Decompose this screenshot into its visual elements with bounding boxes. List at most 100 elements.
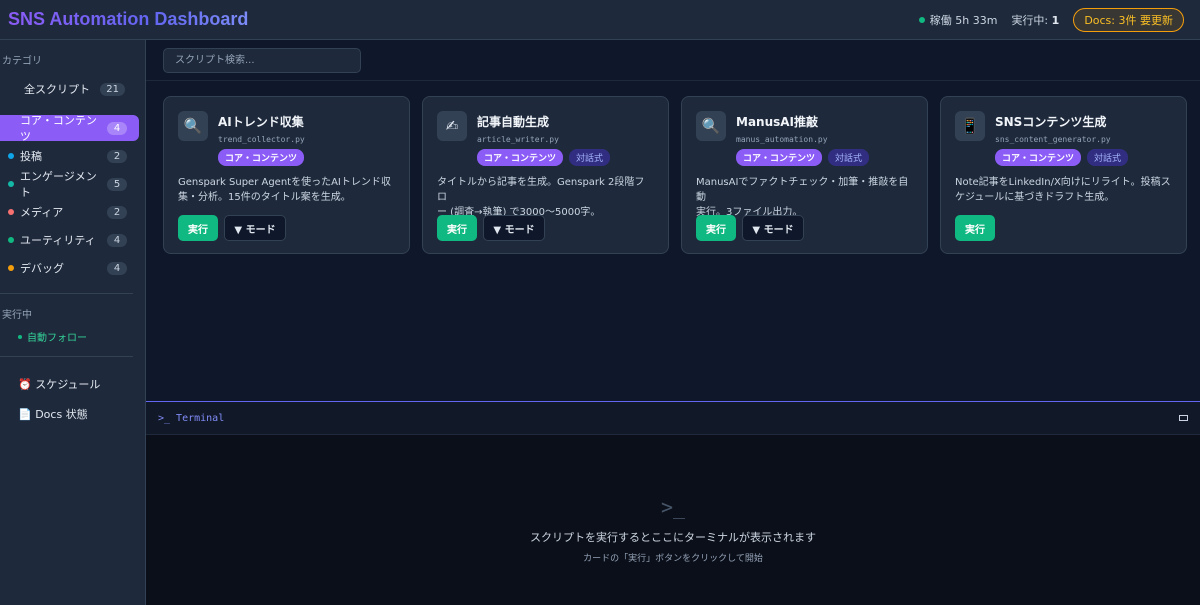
app-header: SNS Automation Dashboard 稼働 5h 33m 実行中: …: [0, 0, 1200, 40]
magnifier-icon: 🔍: [696, 111, 726, 141]
card-actions: 実行: [955, 215, 1172, 241]
card-header: 📱 SNSコンテンツ生成 sns_content_generator.py コア・コン…: [955, 111, 1172, 166]
writing-hand-icon: ✍: [437, 111, 467, 141]
running-count-value: 1: [1051, 13, 1060, 27]
mode-dropdown-button[interactable]: ▼ モード: [742, 215, 804, 241]
card-title: AIトレンド収集: [218, 115, 304, 129]
count-badge: 4: [107, 233, 127, 247]
category-label: エンゲージメント: [19, 170, 97, 199]
category-label: ユーティリティ: [20, 234, 96, 247]
card-description-line: ケジュールに基づきドラフト生成。: [955, 192, 1115, 203]
script-card: ✍ 記事自動生成 article_writer.py コア・コンテンツ 対話式タイトルか…: [422, 96, 669, 254]
divider: [0, 356, 133, 357]
run-button[interactable]: 実行: [178, 215, 218, 241]
count-badge: 5: [107, 177, 127, 191]
card-header: ✍ 記事自動生成 article_writer.py コア・コンテンツ 対話式: [437, 111, 654, 166]
category-dot-icon: [8, 125, 14, 131]
card-actions: 実行 ▼ モード: [178, 215, 395, 241]
running-list: 自動フォロー: [0, 329, 145, 344]
uptime-text: 稼働 5h 33m: [929, 13, 998, 27]
sidebar: カテゴリ 全スクリプト 21 コア・コンテンツ 4 投稿 2 エンゲージメント 5 メディア…: [0, 40, 146, 605]
uptime-status: 稼働 5h 33m: [918, 12, 998, 28]
running-label: 実行中:: [1011, 13, 1049, 27]
mode-dropdown-button[interactable]: ▼ モード: [224, 215, 286, 241]
sidebar-item-schedule[interactable]: ⏰ スケジュール: [0, 369, 145, 399]
mobile-phone-icon: 📱: [955, 111, 985, 141]
run-button[interactable]: 実行: [696, 215, 736, 241]
card-meta: ManusAI推敲 manus_automation.py コア・コンテンツ 対話式: [736, 111, 870, 166]
magnifier-icon: 🔍: [178, 111, 208, 141]
running-heading: 実行中: [2, 310, 32, 321]
card-description-line: Note記事をLinkedIn/X向けにリライト。投稿ス: [955, 177, 1171, 188]
sidebar-category-item[interactable]: メディア 2: [0, 199, 139, 225]
sidebar-item-docs-status[interactable]: 📄 Docs 状態: [0, 399, 145, 429]
run-button[interactable]: 実行: [437, 215, 477, 241]
category-dot-icon: [8, 265, 14, 271]
count-badge: 4: [107, 261, 127, 275]
card-tags: コア・コンテンツ 対話式: [736, 149, 870, 166]
terminal-prompt-icon: >_: [660, 495, 686, 519]
category-label-group: ユーティリティ: [8, 232, 96, 248]
running-count: 実行中: 1: [1011, 12, 1059, 28]
card-filename: trend_collector.py: [218, 135, 305, 144]
category-label-group: コア・コンテンツ: [8, 112, 107, 144]
category-label: メディア: [20, 206, 64, 219]
terminal-empty-message: スクリプトを実行するとここにターミナルが表示されます: [530, 531, 816, 544]
search-input[interactable]: [163, 47, 361, 73]
interactive-tag: 対話式: [828, 149, 870, 166]
interactive-tag: 対話式: [1087, 149, 1129, 166]
sidebar-category-item[interactable]: ユーティリティ 4: [0, 227, 139, 253]
category-dot-icon: [8, 153, 14, 159]
card-tags: コア・コンテンツ: [218, 149, 305, 166]
card-filename: sns_content_generator.py: [995, 135, 1111, 144]
card-header: 🔍 AIトレンド収集 trend_collector.py コア・コンテンツ: [178, 111, 395, 166]
card-title: SNSコンテンツ生成: [995, 115, 1107, 129]
card-description-line: ManusAIでファクトチェック・加筆・推敲を自動: [696, 177, 909, 203]
running-dot-icon: [18, 334, 22, 339]
card-meta: AIトレンド収集 trend_collector.py コア・コンテンツ: [218, 111, 305, 166]
run-button[interactable]: 実行: [955, 215, 995, 241]
header-status: 稼働 5h 33m 実行中: 1 Docs: 3件 要更新: [918, 7, 1184, 32]
category-tag: コア・コンテンツ: [477, 149, 564, 166]
maximize-icon[interactable]: [1179, 415, 1188, 421]
category-tag: コア・コンテンツ: [995, 149, 1082, 166]
script-card: 🔍 AIトレンド収集 trend_collector.py コア・コンテンツ Gensp…: [163, 96, 410, 254]
category-label-group: エンゲージメント: [8, 168, 107, 200]
sidebar-category-item[interactable]: デバッグ 4: [0, 255, 139, 281]
card-title: 記事自動生成: [477, 115, 550, 129]
terminal-panel: >_ Terminal >_ スクリプトを実行するとここにターミナルが表示されま…: [146, 401, 1200, 605]
category-label-group: 投稿: [8, 148, 42, 164]
sidebar-category-item[interactable]: エンゲージメント 5: [0, 168, 139, 200]
card-description-line: Genspark Super Agentを使ったAIトレンド収: [178, 177, 391, 188]
main-content: 🔍 AIトレンド収集 trend_collector.py コア・コンテンツ Gensp…: [146, 40, 1200, 402]
category-list: コア・コンテンツ 4 投稿 2 エンゲージメント 5 メディア 2 ユーティリティ 4 デバッグ 4: [0, 112, 145, 281]
running-script-item[interactable]: 自動フォロー: [0, 329, 145, 344]
card-filename: article_writer.py: [477, 135, 559, 144]
terminal-empty-hint: カードの「実行」ボタンをクリックして開始: [583, 554, 763, 564]
divider: [0, 293, 133, 294]
card-tags: コア・コンテンツ 対話式: [995, 149, 1129, 166]
card-meta: 記事自動生成 article_writer.py コア・コンテンツ 対話式: [477, 111, 611, 166]
card-description-line: タイトルから記事を生成。Genspark 2段階フロ: [437, 177, 645, 203]
card-tags: コア・コンテンツ 対話式: [477, 149, 611, 166]
app-title: SNS Automation Dashboard: [8, 9, 249, 29]
category-tag: コア・コンテンツ: [736, 149, 823, 166]
sidebar-category-item[interactable]: コア・コンテンツ 4: [0, 112, 139, 144]
card-actions: 実行 ▼ モード: [696, 215, 913, 241]
category-dot-icon: [8, 237, 14, 243]
terminal-title: >_ Terminal: [158, 412, 225, 424]
category-dot-icon: [8, 181, 14, 187]
card-header: 🔍 ManusAI推敲 manus_automation.py コア・コンテンツ 対話式: [696, 111, 913, 166]
category-label: コア・コンテンツ: [19, 114, 97, 143]
docs-update-badge[interactable]: Docs: 3件 要更新: [1073, 7, 1184, 32]
card-meta: SNSコンテンツ生成 sns_content_generator.py コア・コンテ…: [995, 111, 1129, 166]
card-description: Note記事をLinkedIn/X向けにリライト。投稿ス ケジュールに基づきドラフ…: [955, 175, 1172, 207]
card-description: タイトルから記事を生成。Genspark 2段階フロー (調査→執筆) で300…: [437, 175, 654, 218]
mode-dropdown-button[interactable]: ▼ モード: [483, 215, 545, 241]
sidebar-item-all-scripts[interactable]: 全スクリプト 21: [6, 73, 139, 105]
script-card: 🔍 ManusAI推敲 manus_automation.py コア・コンテンツ 対話式…: [681, 96, 928, 254]
script-card-grid: 🔍 AIトレンド収集 trend_collector.py コア・コンテンツ Gensp…: [163, 96, 1187, 254]
card-title: ManusAI推敲: [736, 115, 819, 129]
category-label-group: メディア: [8, 204, 63, 220]
sidebar-category-item[interactable]: 投稿 2: [0, 143, 139, 169]
